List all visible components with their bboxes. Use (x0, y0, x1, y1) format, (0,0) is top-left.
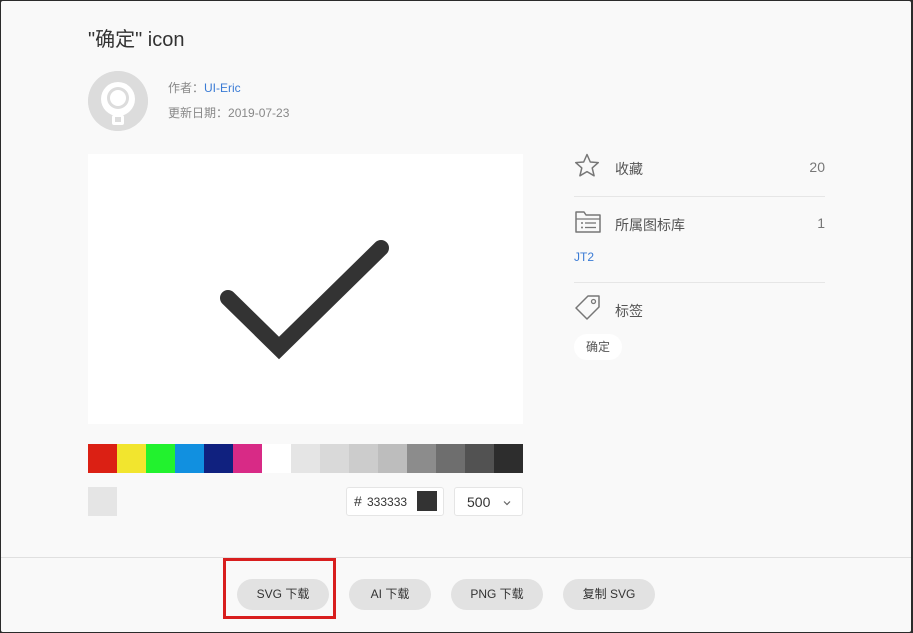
color-swatch[interactable] (262, 444, 291, 473)
color-swatch[interactable] (465, 444, 494, 473)
svg-download-button[interactable]: SVG 下载 (237, 579, 329, 610)
size-value: 500 (467, 494, 491, 510)
icon-preview (88, 154, 523, 424)
hex-value[interactable]: 333333 (367, 495, 407, 509)
color-swatch[interactable] (378, 444, 407, 473)
folder-list-icon (574, 208, 602, 239)
library-label: 所属图标库 (615, 217, 685, 233)
library-link[interactable]: JT2 (574, 250, 594, 264)
color-swatch[interactable] (320, 444, 349, 473)
author-label: 作者： (168, 81, 205, 95)
color-swatch[interactable] (494, 444, 523, 473)
color-swatch[interactable] (175, 444, 204, 473)
copy-svg-button[interactable]: 复制 SVG (563, 579, 655, 610)
astronaut-avatar-icon (88, 71, 148, 131)
ai-download-button[interactable]: AI 下载 (349, 579, 431, 610)
divider (574, 196, 825, 197)
hash-label: # (354, 493, 362, 509)
color-chip[interactable] (417, 491, 437, 511)
size-select[interactable]: 500 (454, 487, 523, 516)
color-palette (88, 444, 523, 473)
page-title: "确定" icon (88, 29, 185, 51)
tags-row: 标签 (574, 294, 825, 322)
favorite-row[interactable]: 收藏 20 (574, 153, 825, 181)
updated-line: 更新日期：2019-07-23 (168, 104, 289, 121)
color-swatch[interactable] (407, 444, 436, 473)
tag-icon (574, 294, 602, 325)
color-swatch[interactable] (233, 444, 262, 473)
color-swatch[interactable] (88, 444, 117, 473)
hex-color-input[interactable]: # 333333 (346, 487, 444, 516)
footer-divider (1, 557, 911, 558)
color-swatch[interactable] (204, 444, 233, 473)
color-swatch[interactable] (436, 444, 465, 473)
tags-label: 标签 (615, 303, 643, 319)
updated-label: 更新日期： (168, 106, 229, 120)
favorite-label: 收藏 (615, 161, 643, 177)
author-line: 作者：UI-Eric (168, 79, 241, 96)
selected-color-swatch[interactable] (88, 487, 117, 516)
color-swatch[interactable] (117, 444, 146, 473)
color-swatch[interactable] (291, 444, 320, 473)
color-swatch[interactable] (146, 444, 175, 473)
library-count: 1 (817, 215, 825, 231)
updated-date: 2019-07-23 (228, 106, 290, 120)
favorite-count: 20 (809, 159, 825, 175)
chevron-down-icon (502, 495, 512, 511)
checkmark-icon (220, 240, 389, 360)
divider (574, 282, 825, 283)
avatar[interactable] (88, 71, 148, 131)
color-swatch[interactable] (349, 444, 378, 473)
star-icon[interactable] (574, 153, 600, 184)
library-row: 所属图标库 1 (574, 208, 825, 236)
author-link[interactable]: UI-Eric (204, 81, 241, 95)
tag-pill[interactable]: 确定 (574, 334, 623, 360)
icon-detail-dialog: "确定" icon 作者：UI-Eric 更新日期：2019-07-23 # 3… (1, 1, 911, 632)
png-download-button[interactable]: PNG 下载 (451, 579, 543, 610)
